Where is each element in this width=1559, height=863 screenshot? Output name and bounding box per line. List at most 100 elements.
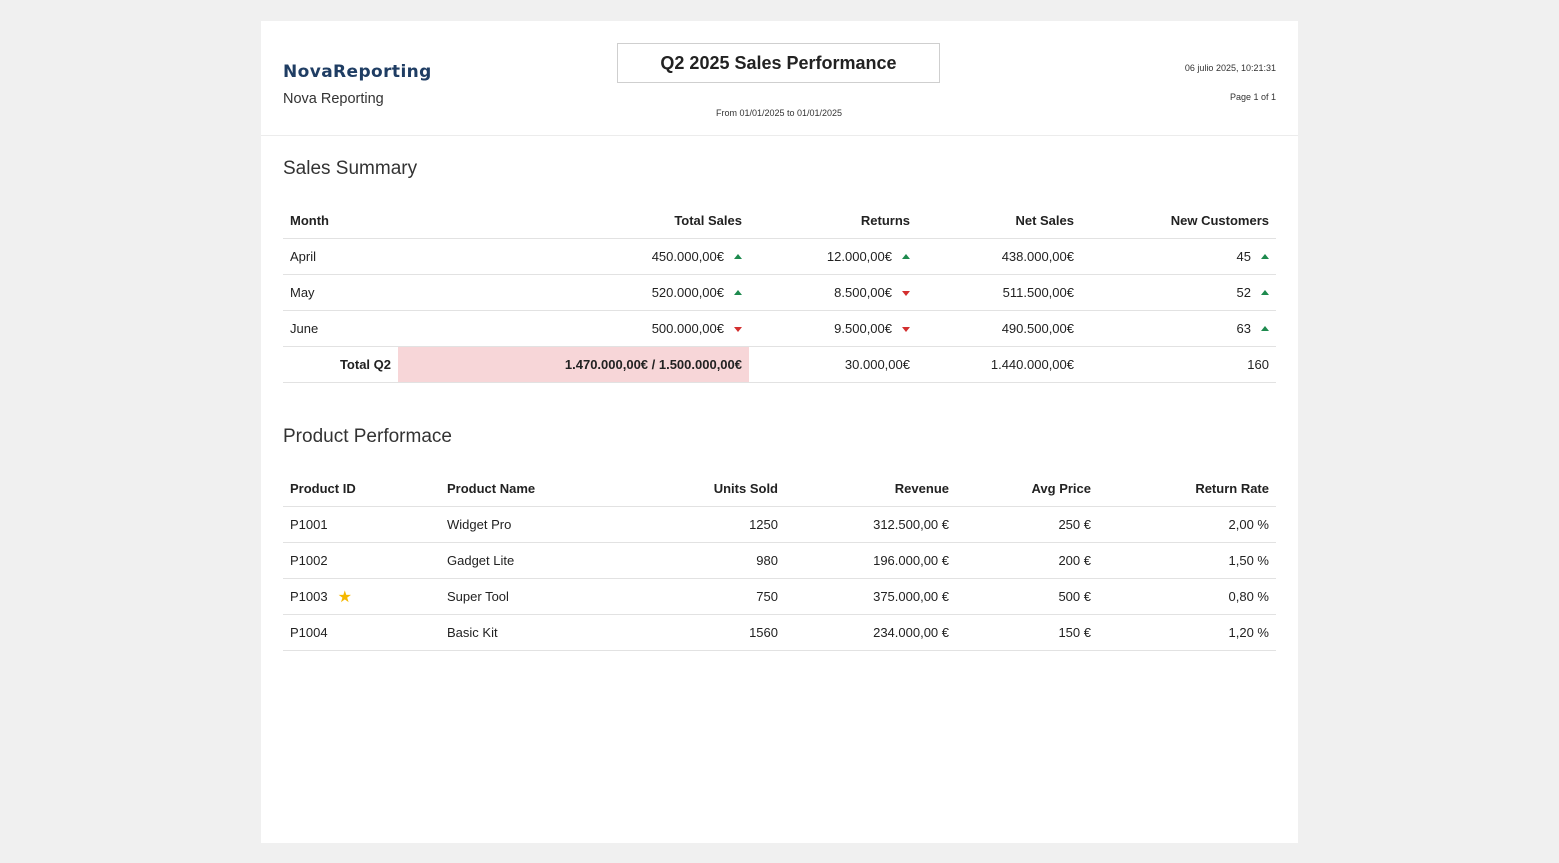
sales-summary-title: Sales Summary (283, 158, 418, 179)
return-rate-cell-value: 0,80 % (1228, 589, 1269, 604)
table-row: P1002 Gadget Lite 980 196.000,00 € 200 € 1,50… (283, 542, 1276, 579)
revenue-cell-value: 375.000,00 € (873, 589, 949, 604)
product-id-cell: P1002 (283, 542, 440, 579)
product-name-cell-value: Widget Pro (447, 517, 512, 532)
product-id-cell: P1004 (283, 614, 440, 651)
table-row: P1001 Widget Pro 1250 312.500,00 € 250 € 2,00… (283, 506, 1276, 543)
revenue-cell: 196.000,00 € (785, 542, 956, 579)
total-sales-cell: 500.000,00€ (398, 310, 749, 347)
units-sold-cell-value: 1560 (749, 625, 778, 640)
return-rate-cell: 1,20 % (1098, 614, 1276, 651)
table-row: April 450.000,00€ 12.000,00€ 438.000,00€ 45 (283, 238, 1276, 275)
report-title: Q2 2025 Sales Performance (617, 43, 940, 83)
table-row: P1004 Basic Kit 1560 234.000,00 € 150 € 1,20 … (283, 614, 1276, 651)
company-logo: NovaReporting (283, 62, 432, 82)
product-name-cell: Widget Pro (440, 506, 615, 543)
product-id-cell: P1003 ★ (283, 578, 440, 615)
new-customers-cell: 63 (1081, 310, 1276, 347)
units-sold-cell: 1560 (615, 614, 785, 651)
product-id-cell: P1001 (283, 506, 440, 543)
table-header-row: Product ID Product Name Units Sold Reven… (283, 471, 1276, 507)
return-rate-cell-value: 2,00 % (1228, 517, 1269, 532)
month-cell: April (283, 238, 398, 275)
column-header-month: Month (283, 203, 398, 239)
trend-down-icon (902, 291, 910, 296)
report-page: NovaReporting Nova Reporting Q2 2025 Sal… (261, 21, 1298, 843)
product-name-cell-value: Super Tool (447, 589, 509, 604)
trend-up-icon (734, 290, 742, 295)
column-header-returns: Returns (749, 203, 917, 239)
total-sales-cell-value: 500.000,00€ (651, 321, 724, 336)
product-name-cell: Super Tool (440, 578, 615, 615)
total-sales-cell: 450.000,00€ (398, 238, 749, 275)
product-name-cell: Basic Kit (440, 614, 615, 651)
month-cell: May (283, 274, 398, 311)
units-sold-cell-value: 750 (756, 589, 778, 604)
date-range: From 01/01/2025 to 01/01/2025 (715, 108, 843, 118)
column-header-product-name: Product Name (440, 471, 615, 507)
trend-up-icon (902, 254, 910, 259)
avg-price-cell-value: 150 € (1058, 625, 1091, 640)
new-customers-cell: 52 (1081, 274, 1276, 311)
column-header-revenue: Revenue (785, 471, 956, 507)
column-header-units-sold: Units Sold (615, 471, 785, 507)
trend-up-icon (734, 254, 742, 259)
total-sales-cell-value: 520.000,00€ (651, 285, 724, 300)
units-sold-cell: 750 (615, 578, 785, 615)
total-sales-vs-target: 1.470.000,00€ / 1.500.000,00€ (398, 346, 749, 383)
product-id-cell-value: P1004 (290, 625, 328, 640)
product-performance-table: Product ID Product Name Units Sold Reven… (283, 471, 1276, 651)
total-label: Total Q2 (283, 346, 398, 383)
total-returns: 30.000,00€ (749, 346, 917, 383)
returns-cell-value: 8.500,00€ (834, 285, 892, 300)
column-header-total-sales: Total Sales (398, 203, 749, 239)
total-sales-cell: 520.000,00€ (398, 274, 749, 311)
table-row: June 500.000,00€ 9.500,00€ 490.500,00€ 63 (283, 310, 1276, 347)
new-customers-cell: 45 (1081, 238, 1276, 275)
avg-price-cell: 250 € (956, 506, 1098, 543)
total-new-customers: 160 (1081, 346, 1276, 383)
avg-price-cell-value: 200 € (1058, 553, 1091, 568)
report-timestamp: 06 julio 2025, 10:21:31 (1184, 63, 1276, 73)
returns-cell: 9.500,00€ (749, 310, 917, 347)
avg-price-cell-value: 500 € (1058, 589, 1091, 604)
total-net-sales: 1.440.000,00€ (917, 346, 1081, 383)
table-header-row: Month Total Sales Returns Net Sales New … (283, 203, 1276, 239)
product-id-cell-value: P1002 (290, 553, 328, 568)
column-header-new-customers: New Customers (1081, 203, 1276, 239)
avg-price-cell-value: 250 € (1058, 517, 1091, 532)
trend-down-icon (902, 327, 910, 332)
month-cell-value: May (290, 285, 315, 300)
revenue-cell-value: 234.000,00 € (873, 625, 949, 640)
revenue-cell: 375.000,00 € (785, 578, 956, 615)
column-header-avg-price: Avg Price (956, 471, 1098, 507)
total-sales-cell-value: 450.000,00€ (651, 249, 724, 264)
avg-price-cell: 500 € (956, 578, 1098, 615)
return-rate-cell: 1,50 % (1098, 542, 1276, 579)
product-id-cell-value: P1001 (290, 517, 328, 532)
trend-down-icon (734, 327, 742, 332)
company-name: Nova Reporting (283, 91, 384, 107)
return-rate-cell: 2,00 % (1098, 506, 1276, 543)
return-rate-cell-value: 1,50 % (1228, 553, 1269, 568)
product-performance-title: Product Performace (283, 426, 452, 447)
table-row: P1003 ★ Super Tool 750 375.000,00 € 500 € 0,80… (283, 578, 1276, 615)
return-rate-cell-value: 1,20 % (1228, 625, 1269, 640)
units-sold-cell-value: 980 (756, 553, 778, 568)
page-number: Page 1 of 1 (1229, 92, 1276, 102)
column-header-return-rate: Return Rate (1098, 471, 1276, 507)
new-customers-cell-value: 45 (1236, 249, 1251, 264)
report-header: NovaReporting Nova Reporting Q2 2025 Sal… (261, 21, 1298, 136)
revenue-cell: 234.000,00 € (785, 614, 956, 651)
total-row: Total Q2 1.470.000,00€ / 1.500.000,00€ 3… (283, 346, 1276, 383)
star-icon: ★ (337, 588, 352, 606)
net-sales-cell: 490.500,00€ (917, 310, 1081, 347)
avg-price-cell: 150 € (956, 614, 1098, 651)
column-header-product-id: Product ID (283, 471, 440, 507)
revenue-cell-value: 196.000,00 € (873, 553, 949, 568)
returns-cell: 12.000,00€ (749, 238, 917, 275)
returns-cell-value: 12.000,00€ (826, 249, 892, 264)
net-sales-cell-value: 438.000,00€ (1001, 249, 1074, 264)
product-id-cell-value: P1003 (290, 588, 328, 604)
units-sold-cell-value: 1250 (749, 517, 778, 532)
